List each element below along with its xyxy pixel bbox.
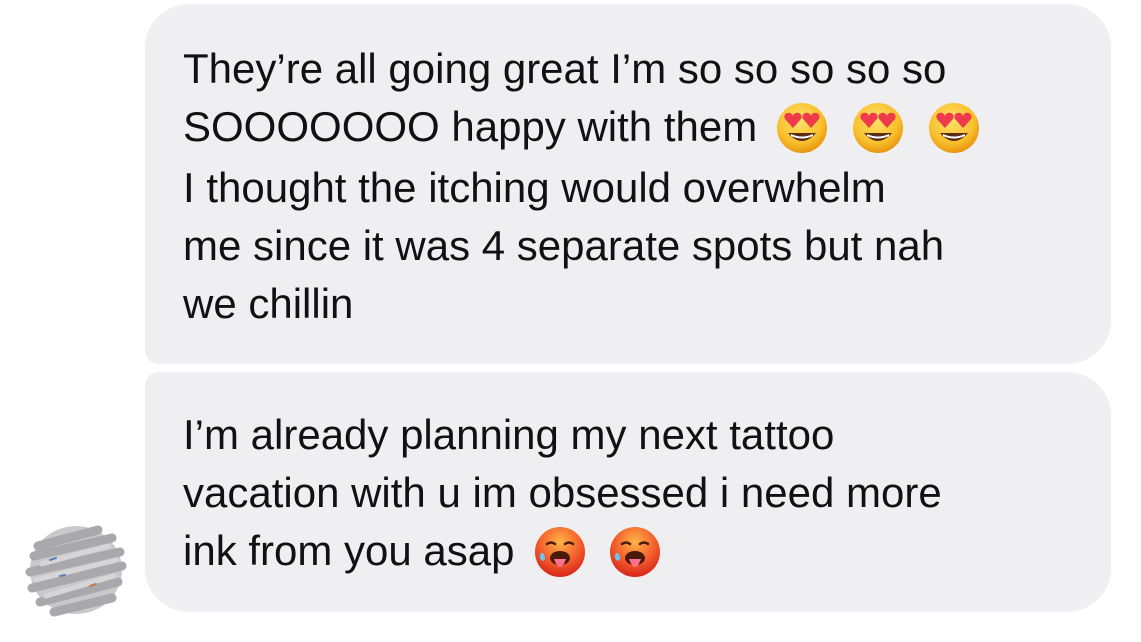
- message-1-line-2: SOOOOOOO happy with them: [183, 103, 758, 150]
- message-2-line-3-row: ink from you asap: [183, 522, 1081, 583]
- heart-eyes-emoji-icon: [927, 101, 981, 155]
- message-2-line-1: I’m already planning my next tattoo: [183, 411, 835, 458]
- message-2-emoji-group: [523, 524, 663, 583]
- message-1-line-3: I thought the itching would overwhelm: [183, 164, 886, 212]
- hot-face-emoji-icon: [608, 525, 662, 579]
- message-1-line-5: we chillin: [183, 280, 354, 328]
- message-bubble-1[interactable]: They’re all going great I’m so so so so …: [145, 4, 1111, 364]
- message-thread: They’re all going great I’m so so so so …: [0, 0, 1141, 642]
- sender-avatar-redacted[interactable]: [20, 516, 132, 622]
- message-1-line-1: They’re all going great I’m so so so so …: [183, 45, 947, 92]
- heart-eyes-emoji-icon: [775, 101, 829, 155]
- heart-eyes-emoji-icon: [851, 101, 905, 155]
- message-2-line-3: ink from you asap: [183, 527, 515, 574]
- message-1-line-4: me since it was 4 separate spots but nah: [183, 222, 945, 270]
- message-1-line-2-row: SOOOOOOO happy with them: [183, 98, 1081, 159]
- message-bubble-2[interactable]: I’m already planning my next tattoo vaca…: [145, 372, 1111, 612]
- message-2-line-2: vacation with u im obsessed i need more: [183, 469, 942, 516]
- message-1-emoji-group: [765, 100, 980, 159]
- scribble-redaction-icon: [25, 525, 127, 617]
- hot-face-emoji-icon: [533, 525, 587, 579]
